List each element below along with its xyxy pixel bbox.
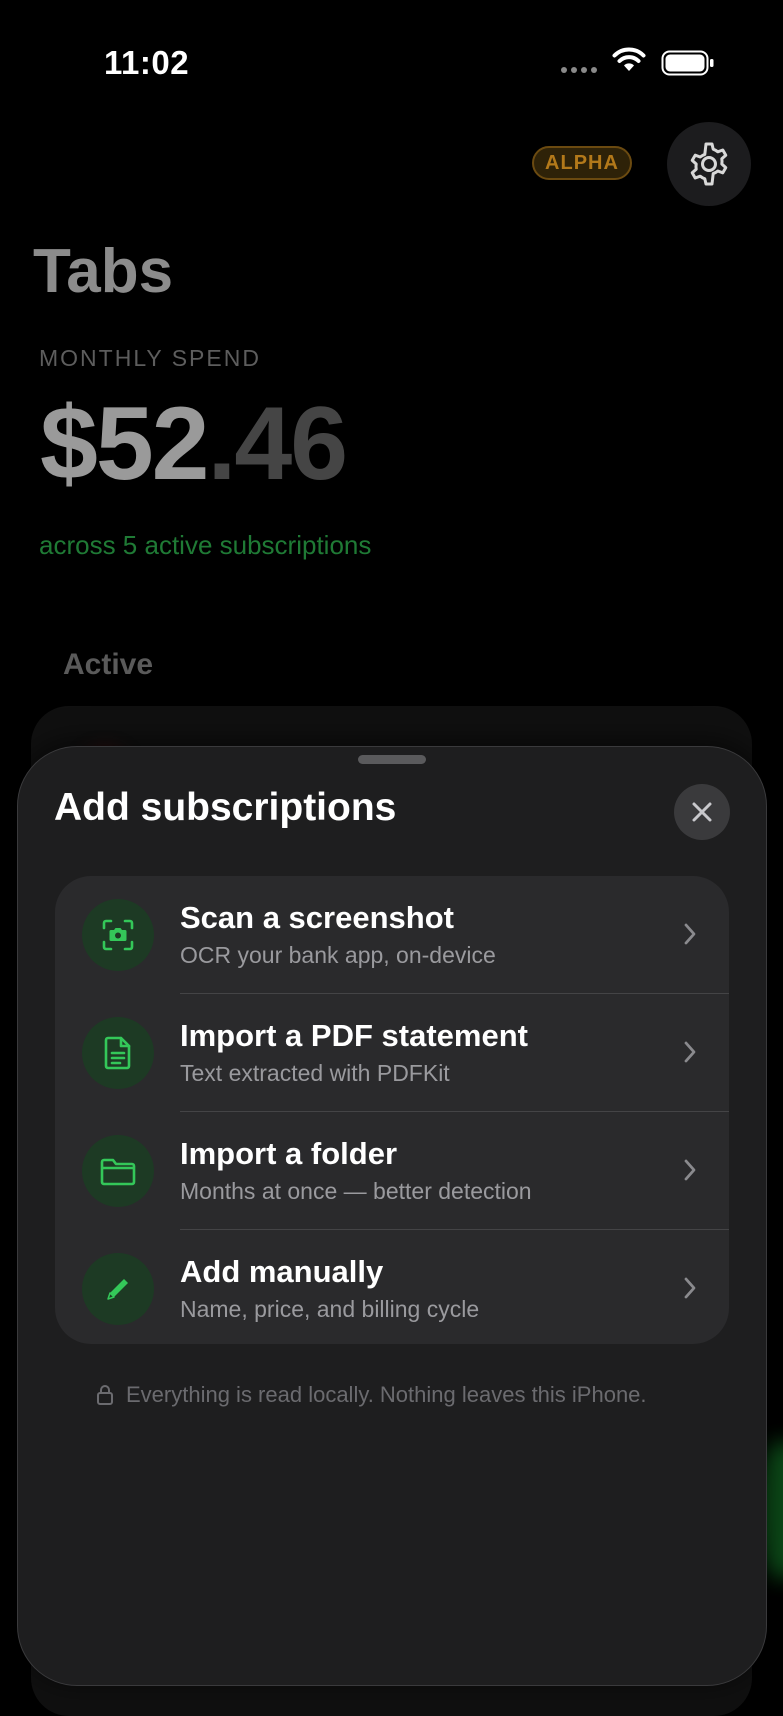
lock-icon: [97, 1385, 113, 1405]
option-title: Scan a screenshot: [180, 900, 454, 935]
option-scan-screenshot[interactable]: Scan a screenshot OCR your bank app, on-…: [55, 876, 729, 994]
chevron-right-icon: [684, 1041, 696, 1063]
close-icon: [692, 802, 712, 822]
pencil-icon: [107, 1279, 128, 1300]
settings-button[interactable]: [667, 122, 751, 206]
sheet-grabber[interactable]: [358, 755, 426, 764]
option-subtitle: Name, price, and billing cycle: [180, 1296, 480, 1322]
option-icon-bg: [82, 1253, 154, 1325]
chevron-right-icon: [684, 1159, 696, 1181]
option-import-pdf[interactable]: Import a PDF statement Text extracted wi…: [55, 994, 729, 1112]
option-title: Import a folder: [180, 1136, 398, 1171]
chevron-right-icon: [684, 923, 696, 945]
spend-whole: $52: [40, 386, 210, 502]
section-title-active: Active: [63, 648, 154, 681]
privacy-note-text: Everything is read locally. Nothing leav…: [126, 1382, 647, 1407]
spend-fraction: .46: [207, 386, 349, 502]
option-subtitle: Months at once — better detection: [180, 1178, 532, 1204]
document-icon: [104, 1036, 131, 1070]
battery-icon: [661, 50, 714, 76]
wifi-icon: [612, 47, 646, 71]
alpha-badge: ALPHA: [532, 146, 632, 180]
status-time: 11:02: [104, 44, 190, 81]
active-subscriptions-caption: across 5 active subscriptions: [39, 530, 372, 560]
sheet-title: Add subscriptions: [54, 786, 397, 829]
privacy-note: Everything is read locally. Nothing leav…: [96, 1382, 647, 1408]
option-subtitle: OCR your bank app, on-device: [180, 942, 496, 968]
folder-icon: [100, 1158, 136, 1186]
option-import-folder[interactable]: Import a folder Months at once — better …: [55, 1112, 729, 1230]
chevron-right-icon: [684, 1277, 696, 1299]
option-title: Add manually: [180, 1254, 384, 1289]
monthly-spend-label: MONTHLY SPEND: [39, 345, 261, 371]
option-icon-bg: [82, 899, 154, 971]
signal-dots-icon: [561, 67, 597, 73]
option-icon-bg: [82, 1017, 154, 1089]
close-button[interactable]: [674, 784, 730, 840]
option-subtitle: Text extracted with PDFKit: [180, 1060, 450, 1086]
option-add-manually[interactable]: Add manually Name, price, and billing cy…: [55, 1230, 729, 1344]
gear-icon: [690, 142, 728, 186]
app-title: Tabs: [33, 237, 174, 306]
monthly-spend-amount: $52.46: [40, 392, 348, 496]
camera-scan-icon: [102, 919, 134, 951]
option-icon-bg: [82, 1135, 154, 1207]
import-options-list: Scan a screenshot OCR your bank app, on-…: [55, 876, 729, 1344]
option-title: Import a PDF statement: [180, 1018, 528, 1053]
